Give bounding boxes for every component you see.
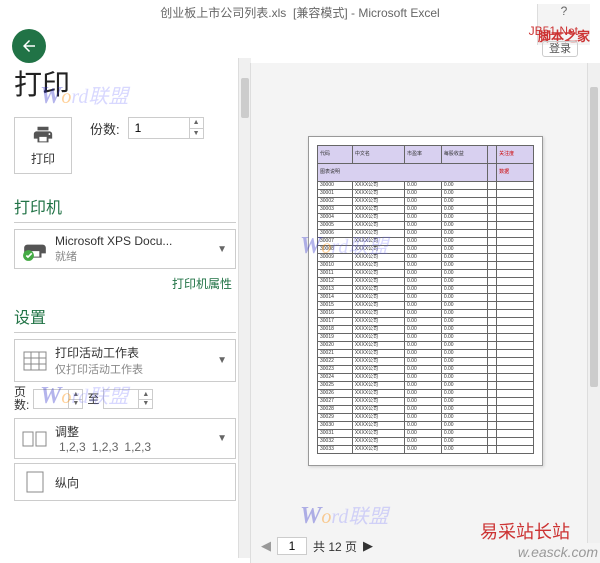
- watermark-easck: 易采站长站: [480, 518, 570, 544]
- collate-icon: [21, 425, 49, 453]
- portrait-icon: [21, 468, 49, 496]
- collate-seq2: 1,2,3: [92, 440, 119, 454]
- pages-label: 页 数:: [14, 386, 29, 412]
- copies-stepper[interactable]: ▲ ▼: [128, 117, 204, 139]
- page-preview: 代码中文名市盈率每股收益关注度图表说明数据30000XXXX公司0.000.00…: [308, 136, 543, 466]
- help-icon[interactable]: ?: [561, 4, 568, 18]
- printer-properties-link[interactable]: 打印机属性: [14, 273, 236, 298]
- copies-up-icon[interactable]: ▲: [190, 118, 203, 129]
- copies-label: 份数:: [90, 119, 120, 138]
- collate-seq1: 1,2,3: [59, 440, 86, 454]
- chevron-down-icon: ▼: [215, 244, 229, 255]
- print-button-label: 打印: [31, 150, 55, 167]
- printer-icon: [29, 124, 57, 146]
- page-total: 共 12 页: [313, 538, 357, 555]
- print-button[interactable]: 打印: [14, 117, 72, 174]
- pages-to-label: 至: [87, 393, 99, 406]
- page-title: 打印: [14, 63, 236, 103]
- page-number-input[interactable]: [277, 537, 307, 555]
- up-icon[interactable]: ▲: [139, 390, 152, 400]
- collate-label: 调整: [55, 423, 215, 440]
- chevron-down-icon: ▼: [215, 433, 229, 444]
- print-settings-panel: 打印 打印 份数: ▲ ▼ 打印机: [0, 63, 250, 563]
- back-button[interactable]: [12, 29, 46, 63]
- printer-status: 就绪: [55, 248, 215, 264]
- watermark-jb51: JB51.Net: [529, 24, 578, 38]
- file-name: 创业板上市公司列表.xls: [160, 4, 286, 21]
- preview-panel: 代码中文名市盈率每股收益关注度图表说明数据30000XXXX公司0.000.00…: [250, 63, 600, 563]
- orientation-dropdown[interactable]: 纵向: [14, 463, 236, 501]
- up-icon[interactable]: ▲: [69, 390, 82, 400]
- sheet-icon: [21, 347, 49, 375]
- down-icon[interactable]: ▼: [139, 400, 152, 409]
- settings-heading: 设置: [14, 304, 236, 328]
- printer-heading: 打印机: [14, 194, 236, 218]
- app-name: Microsoft Excel: [358, 6, 439, 20]
- page-from-input[interactable]: [34, 390, 68, 408]
- printer-dropdown[interactable]: Microsoft XPS Docu... 就绪 ▼: [14, 229, 236, 269]
- print-scope-dropdown[interactable]: 打印活动工作表 仅打印活动工作表 ▼: [14, 339, 236, 382]
- page-to-stepper[interactable]: ▲▼: [103, 389, 153, 409]
- scope-line2: 仅打印活动工作表: [55, 361, 215, 377]
- copies-down-icon[interactable]: ▼: [190, 129, 203, 139]
- down-icon[interactable]: ▼: [69, 400, 82, 409]
- login-button[interactable]: 登录: [542, 41, 578, 57]
- printer-status-icon: [21, 235, 49, 263]
- orientation-label: 纵向: [55, 474, 229, 491]
- scope-line1: 打印活动工作表: [55, 344, 215, 361]
- collate-seq3: 1,2,3: [124, 440, 151, 454]
- page-from-stepper[interactable]: ▲▼: [33, 389, 83, 409]
- copies-input[interactable]: [129, 118, 189, 138]
- preview-scrollbar[interactable]: [587, 63, 600, 543]
- prev-page-button[interactable]: ◀: [261, 538, 271, 554]
- printer-name: Microsoft XPS Docu...: [55, 234, 215, 248]
- page-to-input[interactable]: [104, 390, 138, 408]
- collate-dropdown[interactable]: 调整 1,2,3 1,2,3 1,2,3 ▼: [14, 418, 236, 459]
- compat-mode: [兼容模式]: [293, 4, 348, 21]
- back-arrow-icon: [20, 37, 38, 55]
- next-page-button[interactable]: ▶: [363, 538, 373, 554]
- chevron-down-icon: ▼: [215, 355, 229, 366]
- titlebar: 创业板上市公司列表.xls [兼容模式] - Microsoft Excel ?…: [0, 0, 600, 25]
